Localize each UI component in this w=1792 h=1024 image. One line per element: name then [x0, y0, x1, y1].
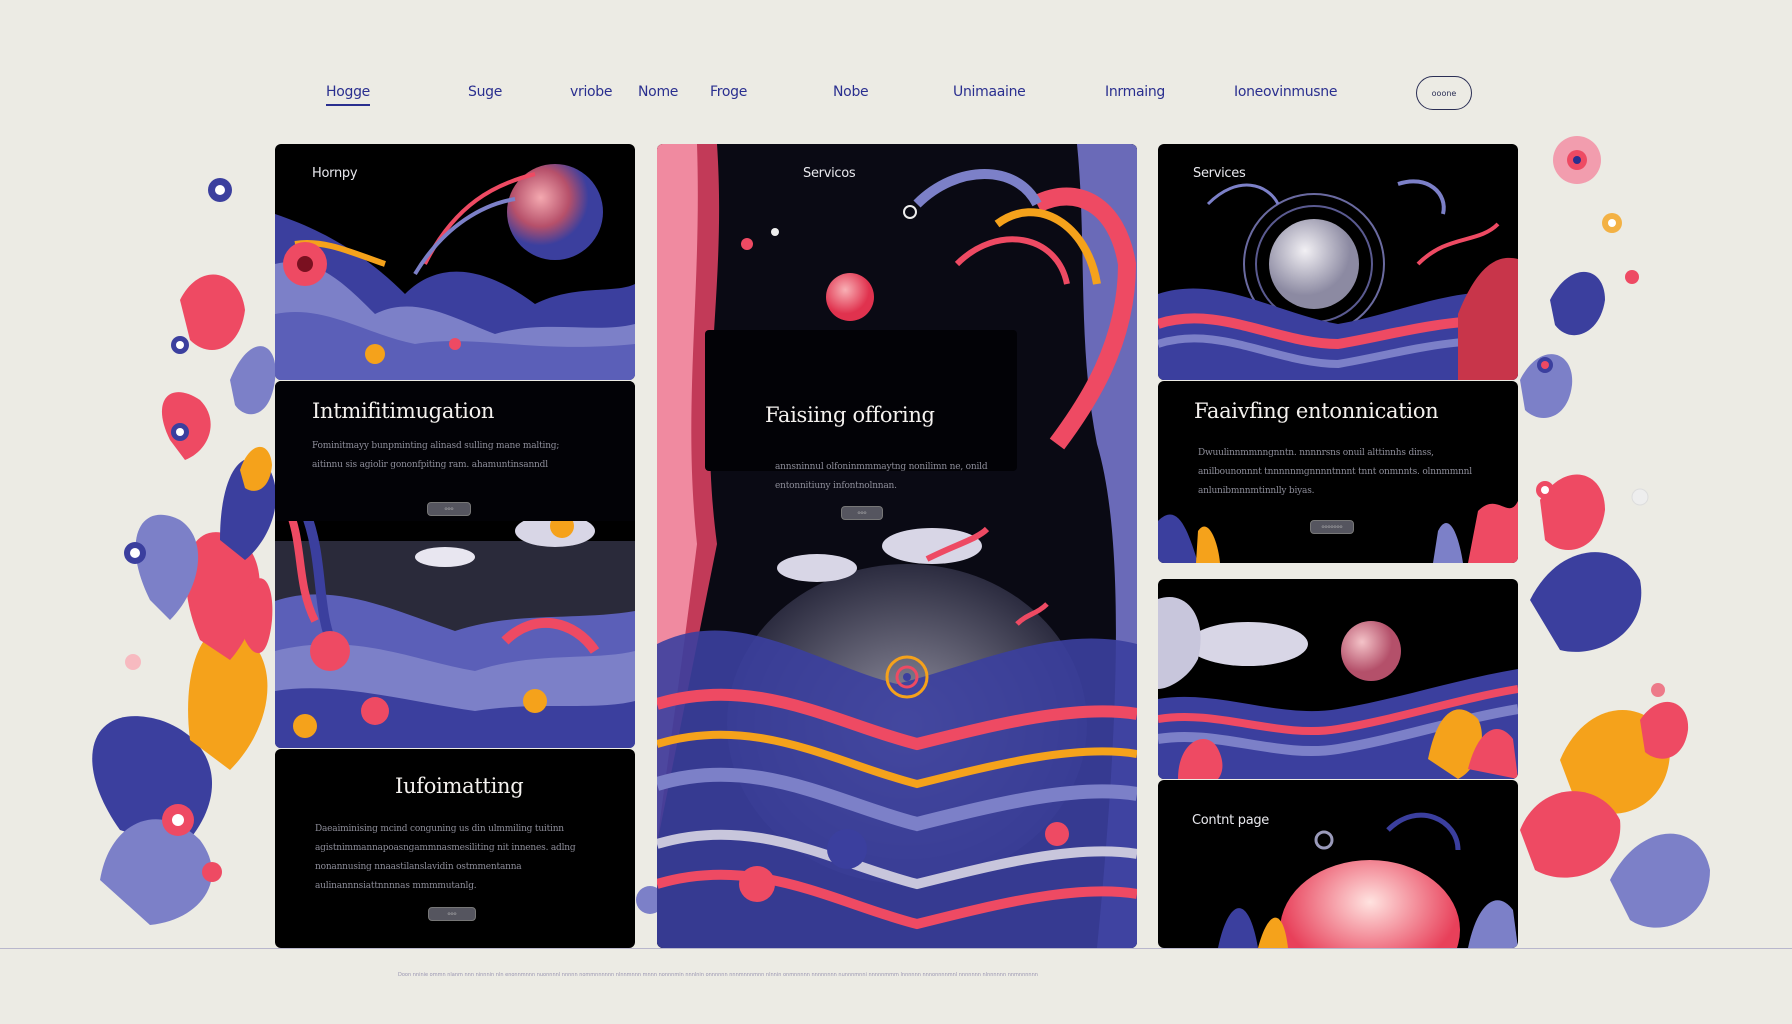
panel-label: Servicos	[803, 166, 856, 181]
panel-right-image[interactable]	[1158, 579, 1518, 779]
panel-title: Iufoimatting	[395, 774, 524, 798]
panel-label: Services	[1193, 166, 1246, 181]
panel-description: Dwuulinnmmnngnntn. nnnnrsns onuil alttin…	[1198, 448, 1472, 496]
panel-left-top[interactable]: Hornpy	[275, 144, 635, 380]
panel-title: Faisiing offoring	[765, 403, 935, 427]
panel-label: Hornpy	[312, 166, 358, 181]
panel-button[interactable]: ooo	[841, 506, 883, 520]
planet-hills-illustration	[1158, 597, 1518, 779]
footer-text: Doon nninie ommn nlanm nnn ninnnin nln e…	[398, 972, 1038, 978]
panel-button[interactable]: ooo	[427, 502, 471, 516]
panel-description: Fominitmayy bunpminting alinasd sulling …	[312, 441, 560, 470]
panel-right-bottom[interactable]: Contnt page	[1158, 780, 1518, 948]
panel-button[interactable]: ooo	[428, 907, 476, 921]
panel-right-top[interactable]: Services	[1158, 144, 1518, 380]
panel-title: Faaivfing entonnication	[1194, 399, 1439, 423]
panel-label: Contnt page	[1192, 813, 1270, 828]
footer-divider	[0, 948, 1792, 949]
panel-title: Intmifitimugation	[312, 399, 495, 423]
featured-text-box	[705, 330, 1017, 471]
panel-left-bottom[interactable]: Iufoimatting Daeaiminising mcind conguni…	[275, 749, 635, 948]
panel-right-mid[interactable]: Faaivfing entonnication Dwuulinnmmnngnnt…	[1158, 381, 1518, 563]
panel-left-mid[interactable]: Intmifitimugation Fominitmayy bunpmintin…	[275, 381, 635, 748]
panel-description: Daeaiminising mcind conguning us din ulm…	[315, 824, 576, 891]
panel-description: annsninnul olfoninmmmaytng nonilimn ne, …	[775, 462, 988, 491]
panel-center[interactable]: Servicos Faisiing offoring annsninnul ol…	[657, 144, 1137, 948]
swirl-illustration	[657, 144, 1137, 948]
sunset-illustration	[1218, 812, 1518, 948]
panel-button[interactable]: ooooooo	[1310, 520, 1354, 534]
